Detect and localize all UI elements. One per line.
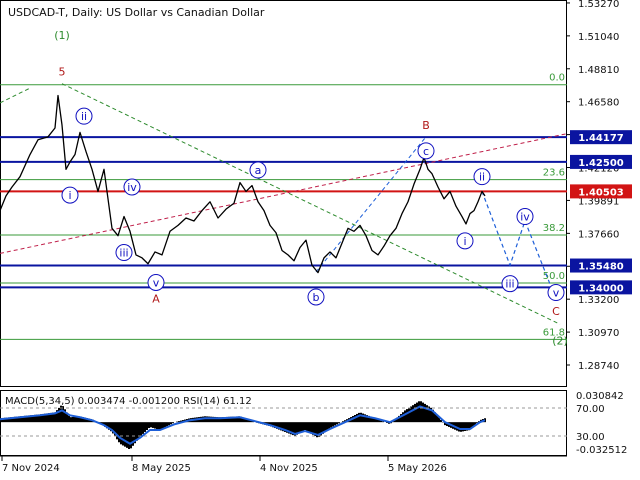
x-tick-label: 7 Nov 2024: [2, 463, 60, 474]
wave-label: ii: [81, 110, 87, 123]
level-badge-label: 1.35480: [578, 262, 624, 273]
x-tick-label: 5 May 2026: [388, 463, 447, 474]
fib-label: 38.2: [543, 223, 565, 234]
macd-tick-label: 0.030842: [576, 391, 624, 402]
level-badge-label: 1.44177: [578, 133, 624, 144]
level-badge-label: 1.42500: [578, 158, 624, 169]
y-tick-label: 1.30970: [578, 328, 619, 339]
wave-label: A: [152, 292, 160, 305]
wave-label: iv: [127, 181, 137, 194]
y-tick-label: 1.46580: [578, 98, 619, 109]
wave-label: C: [552, 305, 560, 318]
wave-label: c: [423, 145, 429, 158]
x-tick-label: 8 May 2025: [132, 463, 191, 474]
fib-label: 23.6: [543, 168, 565, 179]
level-badge-label: 1.40503: [578, 187, 624, 198]
level-badge-label: 1.34000: [578, 283, 624, 294]
chart-title: USDCAD-T, Daily: US Dollar vs Canadian D…: [8, 6, 265, 19]
rsi-tick-label: 70.00: [576, 404, 605, 415]
wave-label: v: [553, 287, 560, 300]
price-chart: 0.023.638.250.061.8 (1)5iiiiviiivAabBcii…: [0, 0, 640, 480]
wave-label: iii: [119, 247, 128, 260]
rsi-tick-label: 30.00: [576, 432, 605, 443]
wave-label: b: [313, 291, 320, 304]
wave-label: iv: [520, 211, 530, 224]
y-tick-label: 1.28740: [578, 361, 619, 372]
wave-label: i: [463, 235, 466, 248]
wave-label: (2): [552, 335, 568, 348]
y-tick-label: 1.53270: [578, 0, 619, 10]
wave-label: i: [68, 189, 71, 202]
fib-label: 50.0: [543, 271, 565, 282]
wave-label: (1): [54, 29, 70, 42]
macd-tick-label: -0.032512: [576, 445, 627, 456]
fib-label: 0.0: [549, 73, 565, 84]
y-tick-label: 1.48810: [578, 65, 619, 76]
wave-label: ii: [479, 171, 485, 184]
y-tick-label: 1.33200: [578, 295, 619, 306]
wave-label: iii: [505, 278, 514, 291]
wave-label: 5: [59, 65, 66, 78]
y-tick-label: 1.37660: [578, 229, 619, 240]
wave-label: a: [255, 164, 262, 177]
wave-label: B: [422, 119, 430, 132]
macd-title: MACD(5,34,5) 0.003474 -0.001200 RSI(14) …: [5, 396, 252, 407]
wave-label: v: [153, 277, 160, 290]
y-tick-label: 1.51040: [578, 32, 619, 43]
x-tick-label: 4 Nov 2025: [260, 463, 318, 474]
